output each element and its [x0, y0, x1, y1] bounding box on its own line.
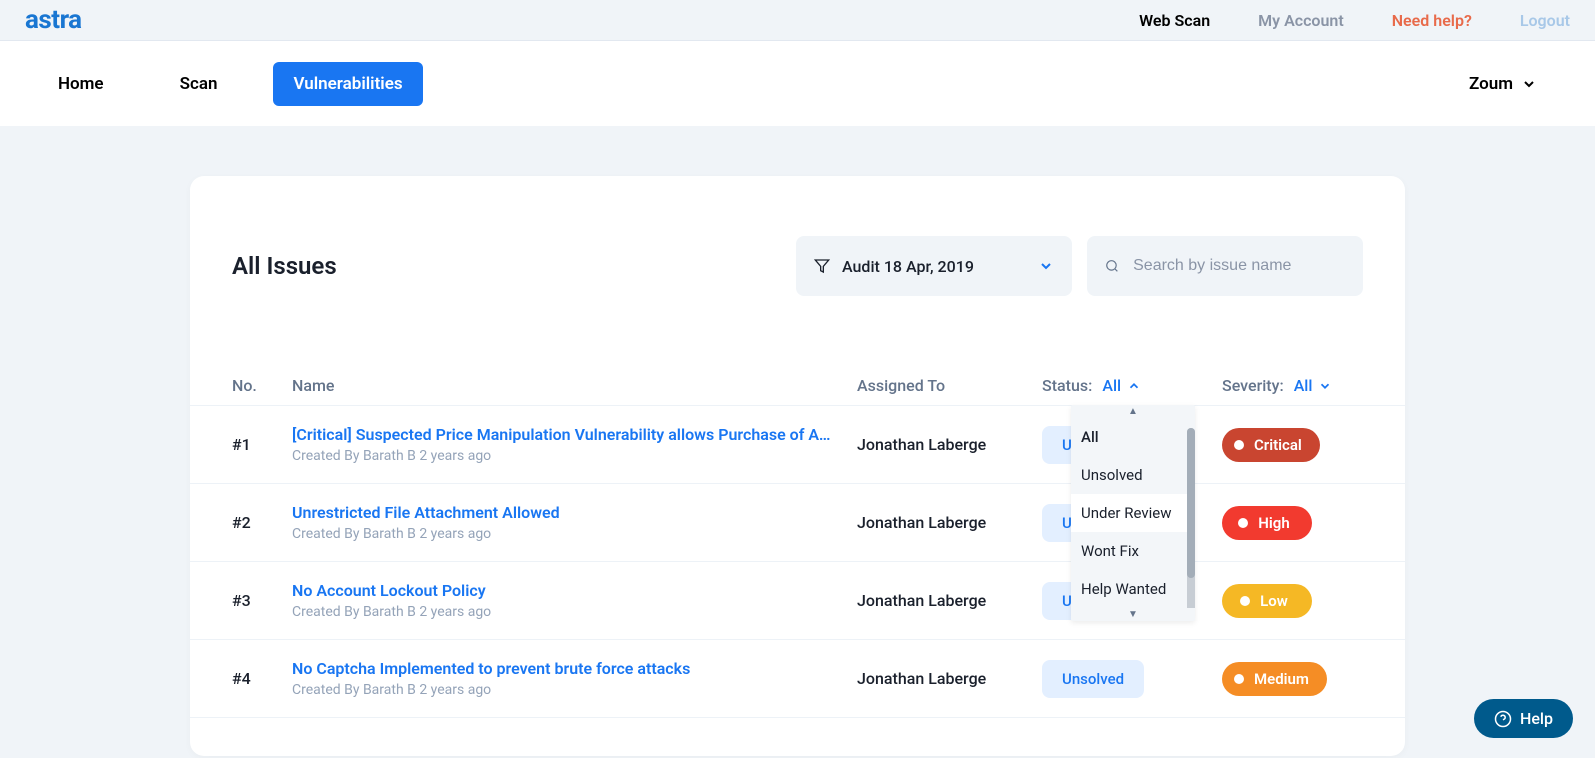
sub-header: Home Scan Vulnerabilities Zoum — [0, 41, 1595, 126]
top-header: astra Web Scan My Account Need help? Log… — [0, 0, 1595, 41]
filter-icon — [814, 258, 830, 274]
severity-dot-icon — [1234, 440, 1244, 450]
status-pill[interactable]: Unsolved — [1042, 660, 1144, 698]
page-title: All Issues — [232, 252, 337, 280]
dropdown-option[interactable]: Help Wanted — [1071, 570, 1195, 608]
card-controls: Audit 18 Apr, 2019 — [796, 236, 1363, 296]
severity-label: Severity: — [1222, 376, 1284, 395]
dropdown-option[interactable]: Under Review — [1071, 494, 1195, 532]
status-cell: Unsolved — [1042, 660, 1222, 698]
table-row[interactable]: #1 [Critical] Suspected Price Manipulati… — [190, 406, 1405, 484]
issue-title-link[interactable]: Unrestricted File Attachment Allowed — [292, 503, 837, 522]
severity-dot-icon — [1238, 518, 1248, 528]
chevron-down-icon — [1521, 76, 1537, 92]
nav-web-scan[interactable]: Web Scan — [1139, 11, 1210, 30]
severity-cell: Critical — [1222, 428, 1362, 462]
severity-cell: Low — [1222, 584, 1362, 618]
dropdown-scrollbar-thumb[interactable] — [1187, 428, 1195, 578]
dropdown-option[interactable]: Wont Fix — [1071, 532, 1195, 570]
status-label: Status: — [1042, 376, 1092, 395]
issue-meta: Created By Barath B 2 years ago — [292, 448, 837, 464]
col-header-assigned: Assigned To — [857, 376, 1042, 395]
search-box[interactable] — [1087, 236, 1363, 296]
issues-card: All Issues Audit 18 Apr, 2019 No. Name A… — [190, 176, 1405, 756]
assigned-to: Jonathan Laberge — [857, 513, 1042, 532]
assigned-to: Jonathan Laberge — [857, 669, 1042, 688]
search-icon — [1105, 258, 1119, 274]
tab-scan[interactable]: Scan — [160, 62, 238, 106]
severity-dot-icon — [1234, 674, 1244, 684]
issue-meta: Created By Barath B 2 years ago — [292, 682, 837, 698]
assigned-to: Jonathan Laberge — [857, 591, 1042, 610]
nav-logout[interactable]: Logout — [1520, 11, 1570, 30]
audit-filter-dropdown[interactable]: Audit 18 Apr, 2019 — [796, 236, 1072, 296]
help-icon — [1494, 710, 1512, 728]
row-number: #1 — [232, 435, 292, 454]
nav-need-help[interactable]: Need help? — [1392, 11, 1472, 30]
audit-filter-text: Audit 18 Apr, 2019 — [842, 257, 974, 276]
row-number: #4 — [232, 669, 292, 688]
chevron-down-icon — [1038, 258, 1054, 274]
severity-value: All — [1294, 376, 1313, 395]
severity-pill: Low — [1222, 584, 1312, 618]
issue-title-link[interactable]: No Account Lockout Policy — [292, 581, 837, 600]
top-nav: Web Scan My Account Need help? Logout — [1139, 11, 1570, 30]
account-name: Zoum — [1469, 74, 1513, 94]
row-number: #3 — [232, 591, 292, 610]
row-number: #2 — [232, 513, 292, 532]
row-name-cell: No Account Lockout Policy Created By Bar… — [292, 581, 857, 620]
issue-title-link[interactable]: [Critical] Suspected Price Manipulation … — [292, 425, 837, 444]
issue-title-link[interactable]: No Captcha Implemented to prevent brute … — [292, 659, 837, 678]
col-header-name: Name — [292, 376, 857, 395]
col-header-severity[interactable]: Severity: All — [1222, 376, 1362, 395]
nav-my-account[interactable]: My Account — [1258, 11, 1344, 30]
help-button[interactable]: Help — [1474, 699, 1573, 738]
status-value: All — [1102, 376, 1121, 395]
table-row[interactable]: #3 No Account Lockout Policy Created By … — [190, 562, 1405, 640]
col-header-no: No. — [232, 376, 292, 395]
severity-pill: Critical — [1222, 428, 1320, 462]
issue-meta: Created By Barath B 2 years ago — [292, 526, 837, 542]
table-row[interactable]: #2 Unrestricted File Attachment Allowed … — [190, 484, 1405, 562]
table-row[interactable]: #4 No Captcha Implemented to prevent bru… — [190, 640, 1405, 718]
chevron-down-icon — [1318, 379, 1332, 393]
help-label: Help — [1520, 709, 1553, 728]
severity-cell: High — [1222, 506, 1362, 540]
dropdown-scrollbar[interactable] — [1187, 428, 1195, 608]
dropdown-option[interactable]: Unsolved — [1071, 456, 1195, 494]
severity-dot-icon — [1240, 596, 1250, 606]
issue-meta: Created By Barath B 2 years ago — [292, 604, 837, 620]
row-name-cell: [Critical] Suspected Price Manipulation … — [292, 425, 857, 464]
row-name-cell: No Captcha Implemented to prevent brute … — [292, 659, 857, 698]
col-header-status[interactable]: Status: All — [1042, 376, 1222, 395]
severity-pill: High — [1222, 506, 1312, 540]
chevron-up-icon — [1127, 379, 1141, 393]
severity-pill: Medium — [1222, 662, 1327, 696]
tab-vulnerabilities[interactable]: Vulnerabilities — [273, 62, 422, 106]
sub-nav: Home Scan Vulnerabilities — [38, 62, 423, 106]
dropdown-option[interactable]: All — [1071, 418, 1195, 456]
table-header-row: No. Name Assigned To Status: All Severit… — [190, 366, 1405, 406]
brand-logo: astra — [25, 5, 82, 35]
account-selector[interactable]: Zoum — [1469, 74, 1557, 94]
scroll-up-arrow[interactable]: ▲ — [1071, 405, 1195, 418]
severity-cell: Medium — [1222, 662, 1362, 696]
assigned-to: Jonathan Laberge — [857, 435, 1042, 454]
tab-home[interactable]: Home — [38, 62, 124, 106]
search-input[interactable] — [1133, 257, 1345, 275]
scroll-down-arrow[interactable]: ▼ — [1071, 608, 1195, 621]
card-header: All Issues Audit 18 Apr, 2019 — [190, 236, 1405, 296]
status-filter-dropdown[interactable]: ▲ AllUnsolvedUnder ReviewWont FixHelp Wa… — [1071, 405, 1195, 621]
row-name-cell: Unrestricted File Attachment Allowed Cre… — [292, 503, 857, 542]
